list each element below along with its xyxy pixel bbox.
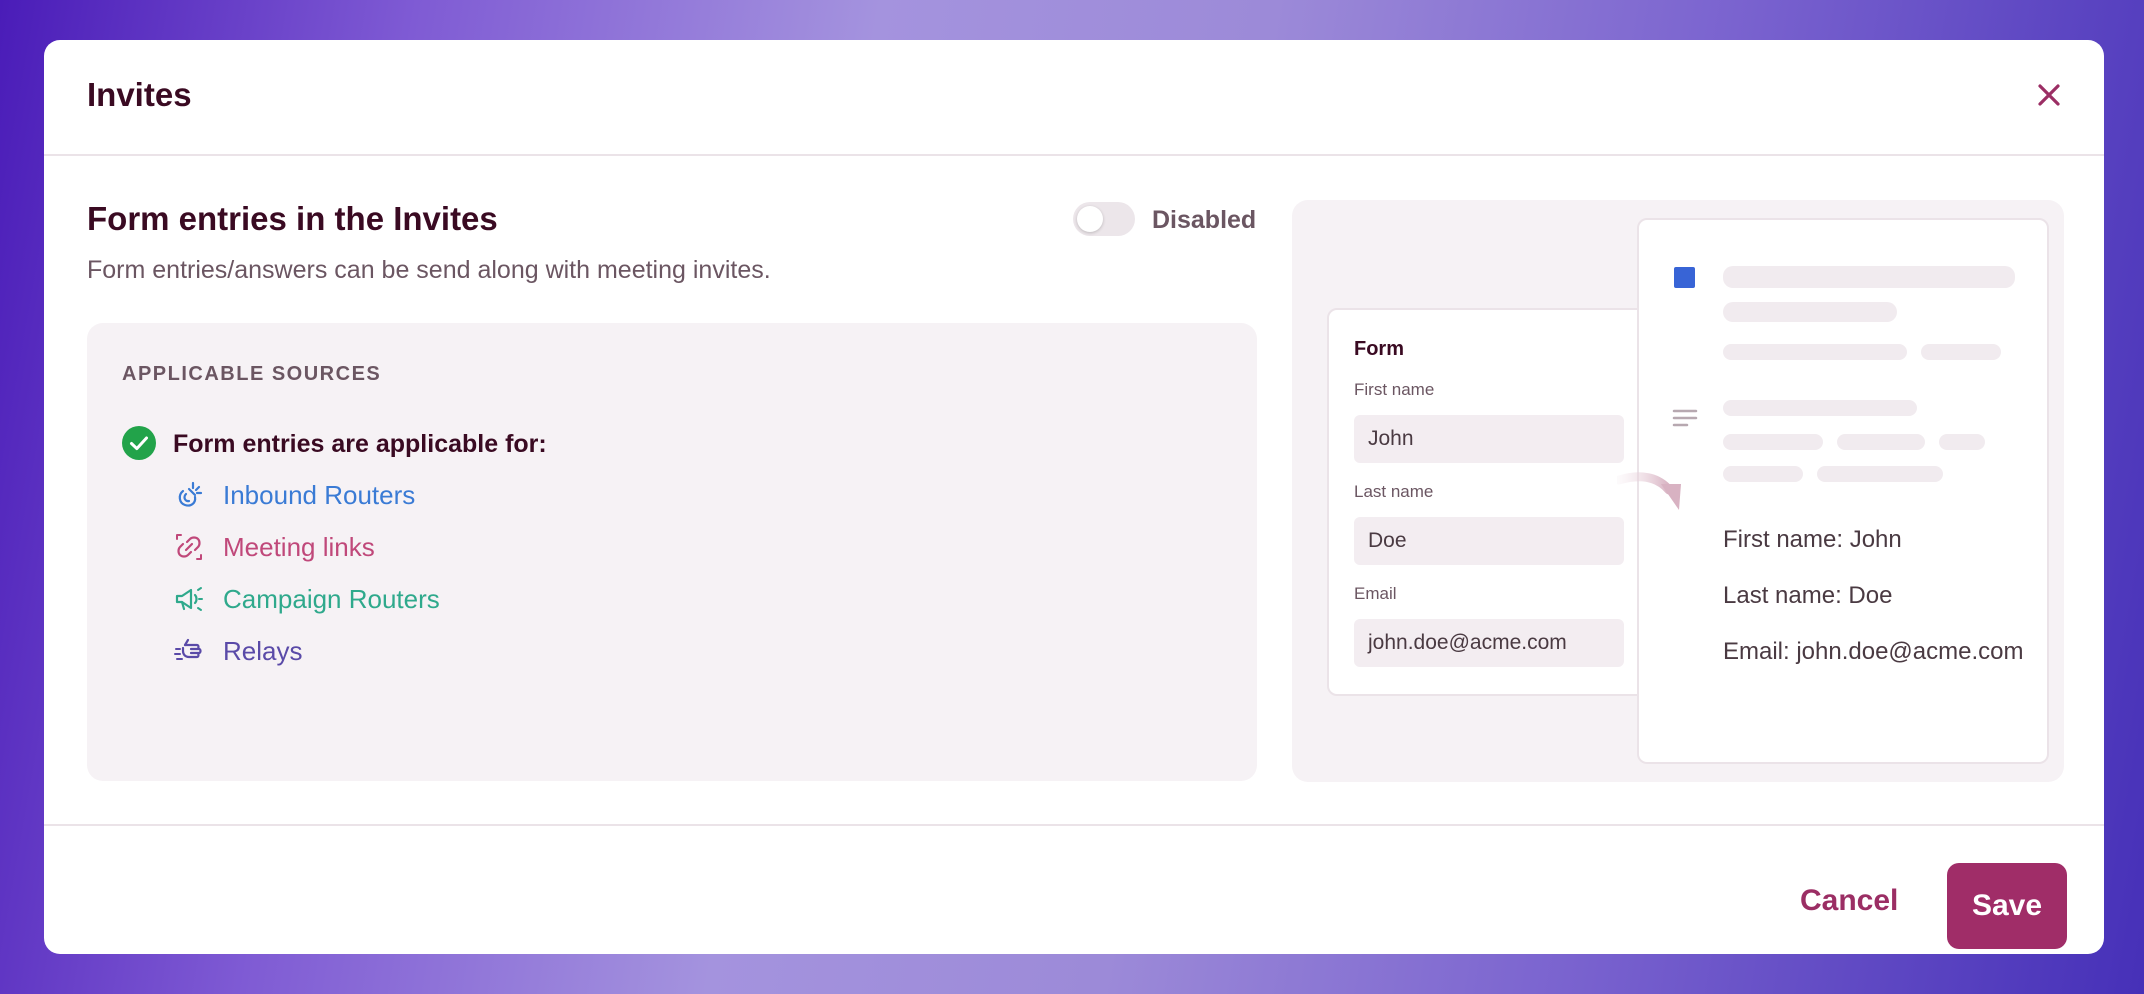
skeleton-line (1723, 344, 1907, 360)
modal-footer: Cancel Save (44, 824, 2104, 954)
skeleton-line (1723, 434, 1823, 450)
skeleton-line (1837, 434, 1925, 450)
field-label: First name (1354, 380, 1435, 399)
skeleton-line (1939, 434, 1985, 450)
modal-title: Invites (87, 76, 192, 113)
description-lines-icon (1672, 409, 1698, 427)
field-value-box: john.doe@acme.com (1354, 619, 1624, 667)
relay-icon (174, 638, 202, 660)
skeleton-line (1817, 466, 1943, 482)
form-preview-card: Form First name John Last name Doe Email… (1327, 308, 1647, 696)
skeleton-line (1723, 302, 1897, 322)
skeleton-line (1723, 266, 2015, 288)
close-icon (2038, 84, 2060, 106)
field-value-box: Doe (1354, 517, 1624, 565)
source-label: Meeting links (223, 531, 375, 562)
invite-preview-card: First name: John Last name: Doe Email: j… (1637, 218, 2049, 764)
skeleton-line (1723, 400, 1917, 416)
source-label: Campaign Routers (223, 583, 440, 614)
source-inbound-routers[interactable]: Inbound Routers (173, 475, 415, 515)
result-line: Email: john.doe@acme.com (1723, 638, 2024, 665)
meeting-link-icon (176, 534, 202, 560)
field-label: Email (1354, 584, 1397, 603)
applicable-sources-panel: APPLICABLE SOURCES Form entries are appl… (87, 323, 1257, 781)
sources-heading: APPLICABLE SOURCES (122, 363, 382, 385)
field-label: Last name (1354, 482, 1434, 501)
source-relays[interactable]: Relays (173, 631, 302, 671)
calendar-color-square (1674, 267, 1695, 288)
curved-arrow-icon (1617, 472, 1681, 510)
source-campaign-routers[interactable]: Campaign Routers (173, 579, 440, 619)
invites-modal: Invites Form entries in the Invites Form… (44, 40, 2104, 954)
result-line: First name: John (1723, 526, 1902, 553)
skeleton-line (1921, 344, 2001, 360)
form-title: Form (1354, 338, 1404, 360)
applicable-label: Form entries are applicable for: (173, 430, 547, 458)
skeleton-line (1723, 466, 1803, 482)
toggle-label: Disabled (1152, 206, 1257, 234)
toggle-knob (1077, 206, 1103, 232)
close-button[interactable] (2032, 78, 2066, 112)
section-title: Form entries in the Invites (87, 200, 498, 237)
field-value-box: John (1354, 415, 1624, 463)
enable-toggle[interactable] (1073, 202, 1135, 236)
result-line: Last name: Doe (1723, 582, 1893, 609)
source-label: Inbound Routers (223, 479, 416, 510)
source-label: Relays (223, 635, 303, 666)
preview-illustration: Form First name John Last name Doe Email… (1292, 200, 2064, 782)
section-description: Form entries/answers can be send along w… (87, 256, 771, 284)
cancel-button[interactable]: Cancel (1800, 884, 1898, 918)
modal-header: Invites (44, 40, 2104, 156)
source-meeting-links[interactable]: Meeting links (173, 527, 375, 567)
campaign-router-icon (175, 587, 203, 611)
check-circle-icon (122, 426, 156, 460)
save-button[interactable]: Save (1947, 863, 2067, 949)
inbound-router-icon (178, 481, 203, 507)
